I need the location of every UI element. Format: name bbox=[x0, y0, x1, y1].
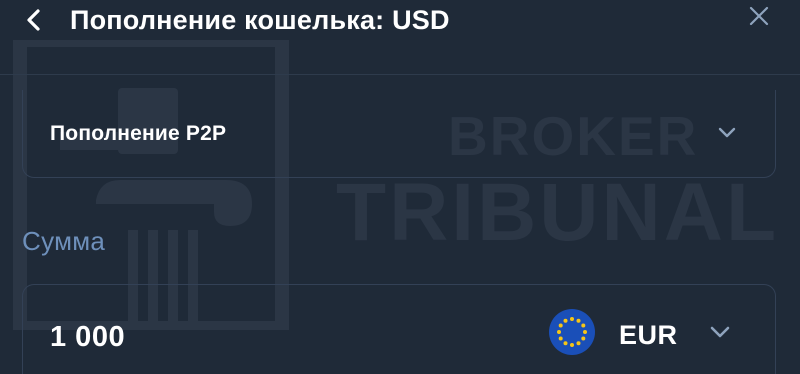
currency-code: EUR bbox=[619, 320, 678, 350]
amount-field: 1 000 EUR bbox=[22, 284, 776, 374]
back-button[interactable] bbox=[20, 6, 48, 34]
close-button[interactable] bbox=[745, 2, 773, 30]
watermark-tribunal-text: TRIBUNAL bbox=[336, 167, 780, 258]
amount-input[interactable]: 1 000 bbox=[50, 321, 125, 354]
deposit-method-select[interactable]: Пополнение P2P bbox=[22, 90, 776, 178]
chevron-down-icon bbox=[710, 326, 730, 338]
page-title: Пополнение кошелька: USD bbox=[70, 5, 450, 35]
currency-select[interactable]: EUR bbox=[549, 309, 759, 355]
chevron-left-icon bbox=[27, 9, 40, 31]
modal-header: Пополнение кошелька: USD bbox=[0, 0, 800, 75]
chevron-down-icon bbox=[718, 127, 736, 138]
close-icon bbox=[749, 6, 769, 26]
eu-flag-icon bbox=[549, 309, 595, 355]
deposit-method-value: Пополнение P2P bbox=[50, 122, 227, 145]
amount-label: Сумма bbox=[22, 226, 106, 256]
